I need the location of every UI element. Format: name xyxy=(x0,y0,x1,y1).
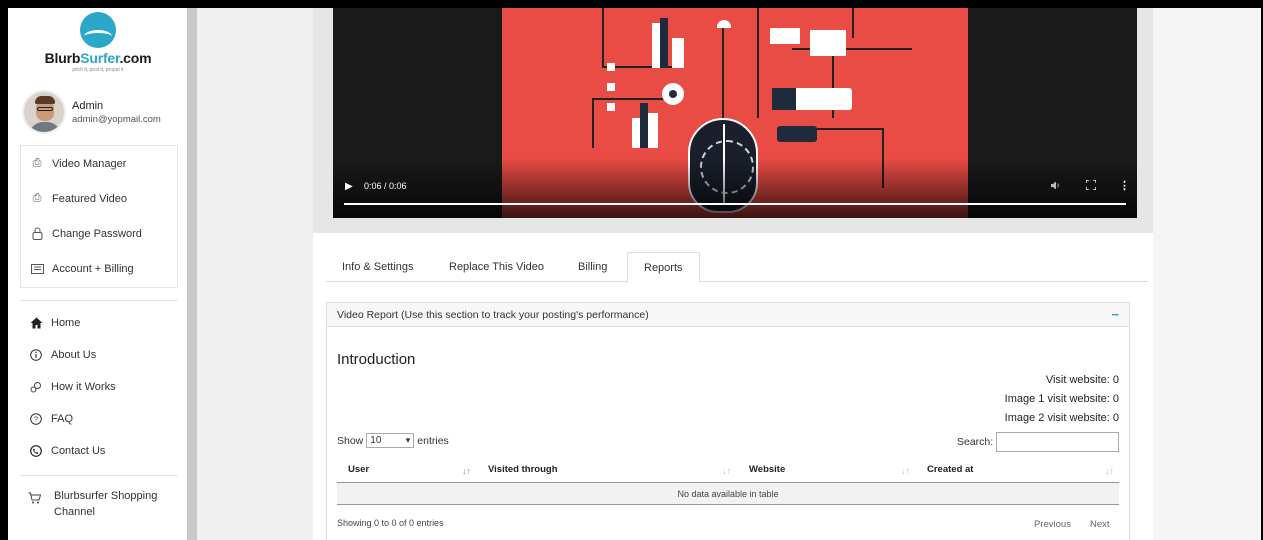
column-created-at[interactable]: Created at xyxy=(927,459,973,483)
sidebar-item-how-it-works[interactable]: How it Works xyxy=(20,371,178,403)
entries-select[interactable]: 10 xyxy=(366,433,415,448)
sort-icon[interactable]: ↓↑ xyxy=(722,459,731,483)
sidebar-item-about-us[interactable]: About Us xyxy=(20,339,178,371)
sidebar-item-home[interactable]: Home xyxy=(20,307,178,339)
play-icon[interactable]: ▶ xyxy=(345,181,353,192)
column-user[interactable]: User xyxy=(348,459,369,483)
user-name: Admin xyxy=(72,100,104,112)
video-icon: ⎙ xyxy=(32,157,42,169)
question-icon: ? xyxy=(28,412,44,426)
sidebar-item-label: Video Manager xyxy=(52,157,127,170)
table-row-empty: No data available in table xyxy=(337,483,1119,505)
sort-asc-icon[interactable]: ↓↑ xyxy=(462,459,471,483)
stat-visit-website: Visit website: 0 xyxy=(1045,374,1119,386)
sidebar-item-label: About Us xyxy=(51,349,97,361)
sort-icon[interactable]: ↓↑ xyxy=(1105,459,1114,483)
sidebar: BlurbSurfer.com pitch it, post it, prope… xyxy=(8,8,187,540)
fullscreen-icon[interactable] xyxy=(1085,179,1097,193)
sidebar-item-contact-us[interactable]: Contact Us xyxy=(20,435,178,467)
sidebar-item-shopping-channel[interactable]: Blurbsurfer Shopping Channel xyxy=(20,488,178,520)
phone-icon xyxy=(28,444,44,458)
logo-text: BlurbSurfer.com xyxy=(44,50,152,66)
sidebar-item-label: Change Password xyxy=(52,227,142,240)
sidebar-scrollbar[interactable] xyxy=(187,8,197,540)
stat-image1-visit: Image 1 visit website: 0 xyxy=(1004,393,1119,405)
sidebar-item-featured-video[interactable]: ⎙ Featured Video xyxy=(21,181,177,216)
column-visited-through[interactable]: Visited through xyxy=(488,459,558,483)
search-input[interactable] xyxy=(996,432,1119,452)
sidebar-item-label: Account + Billing xyxy=(52,262,134,275)
tab-reports[interactable]: Reports xyxy=(627,252,700,283)
video-icon: ⎙ xyxy=(32,192,42,204)
cart-icon xyxy=(28,492,44,520)
video-report-panel: Video Report (Use this section to track … xyxy=(326,302,1130,540)
surfer-logo-icon xyxy=(80,12,116,48)
panel-header[interactable]: Video Report (Use this section to track … xyxy=(327,303,1129,327)
divider xyxy=(20,475,178,476)
video-player[interactable]: ▶ 0:06 / 0:06 ⋮ xyxy=(333,8,1137,218)
tab-info-settings[interactable]: Info & Settings xyxy=(326,252,430,282)
show-label: Show xyxy=(337,434,364,447)
more-options-icon[interactable]: ⋮ xyxy=(1119,179,1130,192)
table-header: User ↓↑ Visited through ↓↑ Website ↓↑ Cr… xyxy=(337,459,1119,483)
home-icon xyxy=(28,316,44,330)
sort-icon[interactable]: ↓↑ xyxy=(901,459,910,483)
tab-billing[interactable]: Billing xyxy=(562,252,623,282)
logo-tagline: pitch it, post it, propel it xyxy=(72,67,124,73)
sidebar-item-faq[interactable]: ? FAQ xyxy=(20,403,178,435)
divider xyxy=(20,300,178,301)
previous-button[interactable]: Previous xyxy=(1034,519,1071,530)
video-container: ▶ 0:06 / 0:06 ⋮ xyxy=(313,8,1153,233)
main-nav: Home About Us How it Works ? FAQ Contact… xyxy=(20,307,178,467)
account-menu: ⎙ Video Manager ⎙ Featured Video Change … xyxy=(20,145,178,288)
search-label: Search: xyxy=(957,436,994,448)
volume-icon[interactable] xyxy=(1051,181,1061,192)
video-progress-bar[interactable] xyxy=(344,203,1126,205)
sidebar-item-change-password[interactable]: Change Password xyxy=(21,216,177,251)
entries-label: entries xyxy=(417,434,449,447)
sidebar-item-label: FAQ xyxy=(51,413,74,425)
svg-text:?: ? xyxy=(34,415,38,424)
right-margin xyxy=(1153,8,1261,540)
tab-bar: Info & Settings Replace This Video Billi… xyxy=(326,252,1148,283)
billing-icon xyxy=(29,262,45,276)
sidebar-item-label: Blurbsurfer Shopping Channel xyxy=(54,490,158,518)
sidebar-item-label: Contact Us xyxy=(51,445,106,457)
sidebar-item-account-billing[interactable]: Account + Billing xyxy=(21,251,177,286)
collapse-icon[interactable]: − xyxy=(1111,303,1119,327)
lock-icon xyxy=(29,227,45,241)
next-button[interactable]: Next xyxy=(1090,519,1110,530)
sidebar-item-label: How it Works xyxy=(51,381,116,393)
video-time: 0:06 / 0:06 xyxy=(364,181,407,191)
gears-icon xyxy=(28,380,44,394)
app-frame: BlurbSurfer.com pitch it, post it, prope… xyxy=(8,8,1261,540)
column-website[interactable]: Website xyxy=(749,459,785,483)
user-email: admin@yopmail.com xyxy=(72,114,161,125)
table-info: Showing 0 to 0 of 0 entries xyxy=(337,518,444,528)
avatar xyxy=(22,90,66,134)
user-profile: Admin admin@yopmail.com xyxy=(22,88,182,136)
sidebar-item-video-manager[interactable]: ⎙ Video Manager xyxy=(21,146,177,181)
logo[interactable]: BlurbSurfer.com pitch it, post it, prope… xyxy=(28,12,168,80)
sidebar-item-label: Featured Video xyxy=(52,192,128,205)
sidebar-item-label: Home xyxy=(51,317,81,329)
entries-length-control: Show 10 entries xyxy=(337,433,449,448)
stat-image2-visit: Image 2 visit website: 0 xyxy=(1004,412,1119,424)
tab-replace-video[interactable]: Replace This Video xyxy=(433,252,560,282)
introduction-title: Introduction xyxy=(337,351,416,368)
panel-title: Video Report (Use this section to track … xyxy=(337,309,649,321)
info-icon xyxy=(28,348,44,362)
